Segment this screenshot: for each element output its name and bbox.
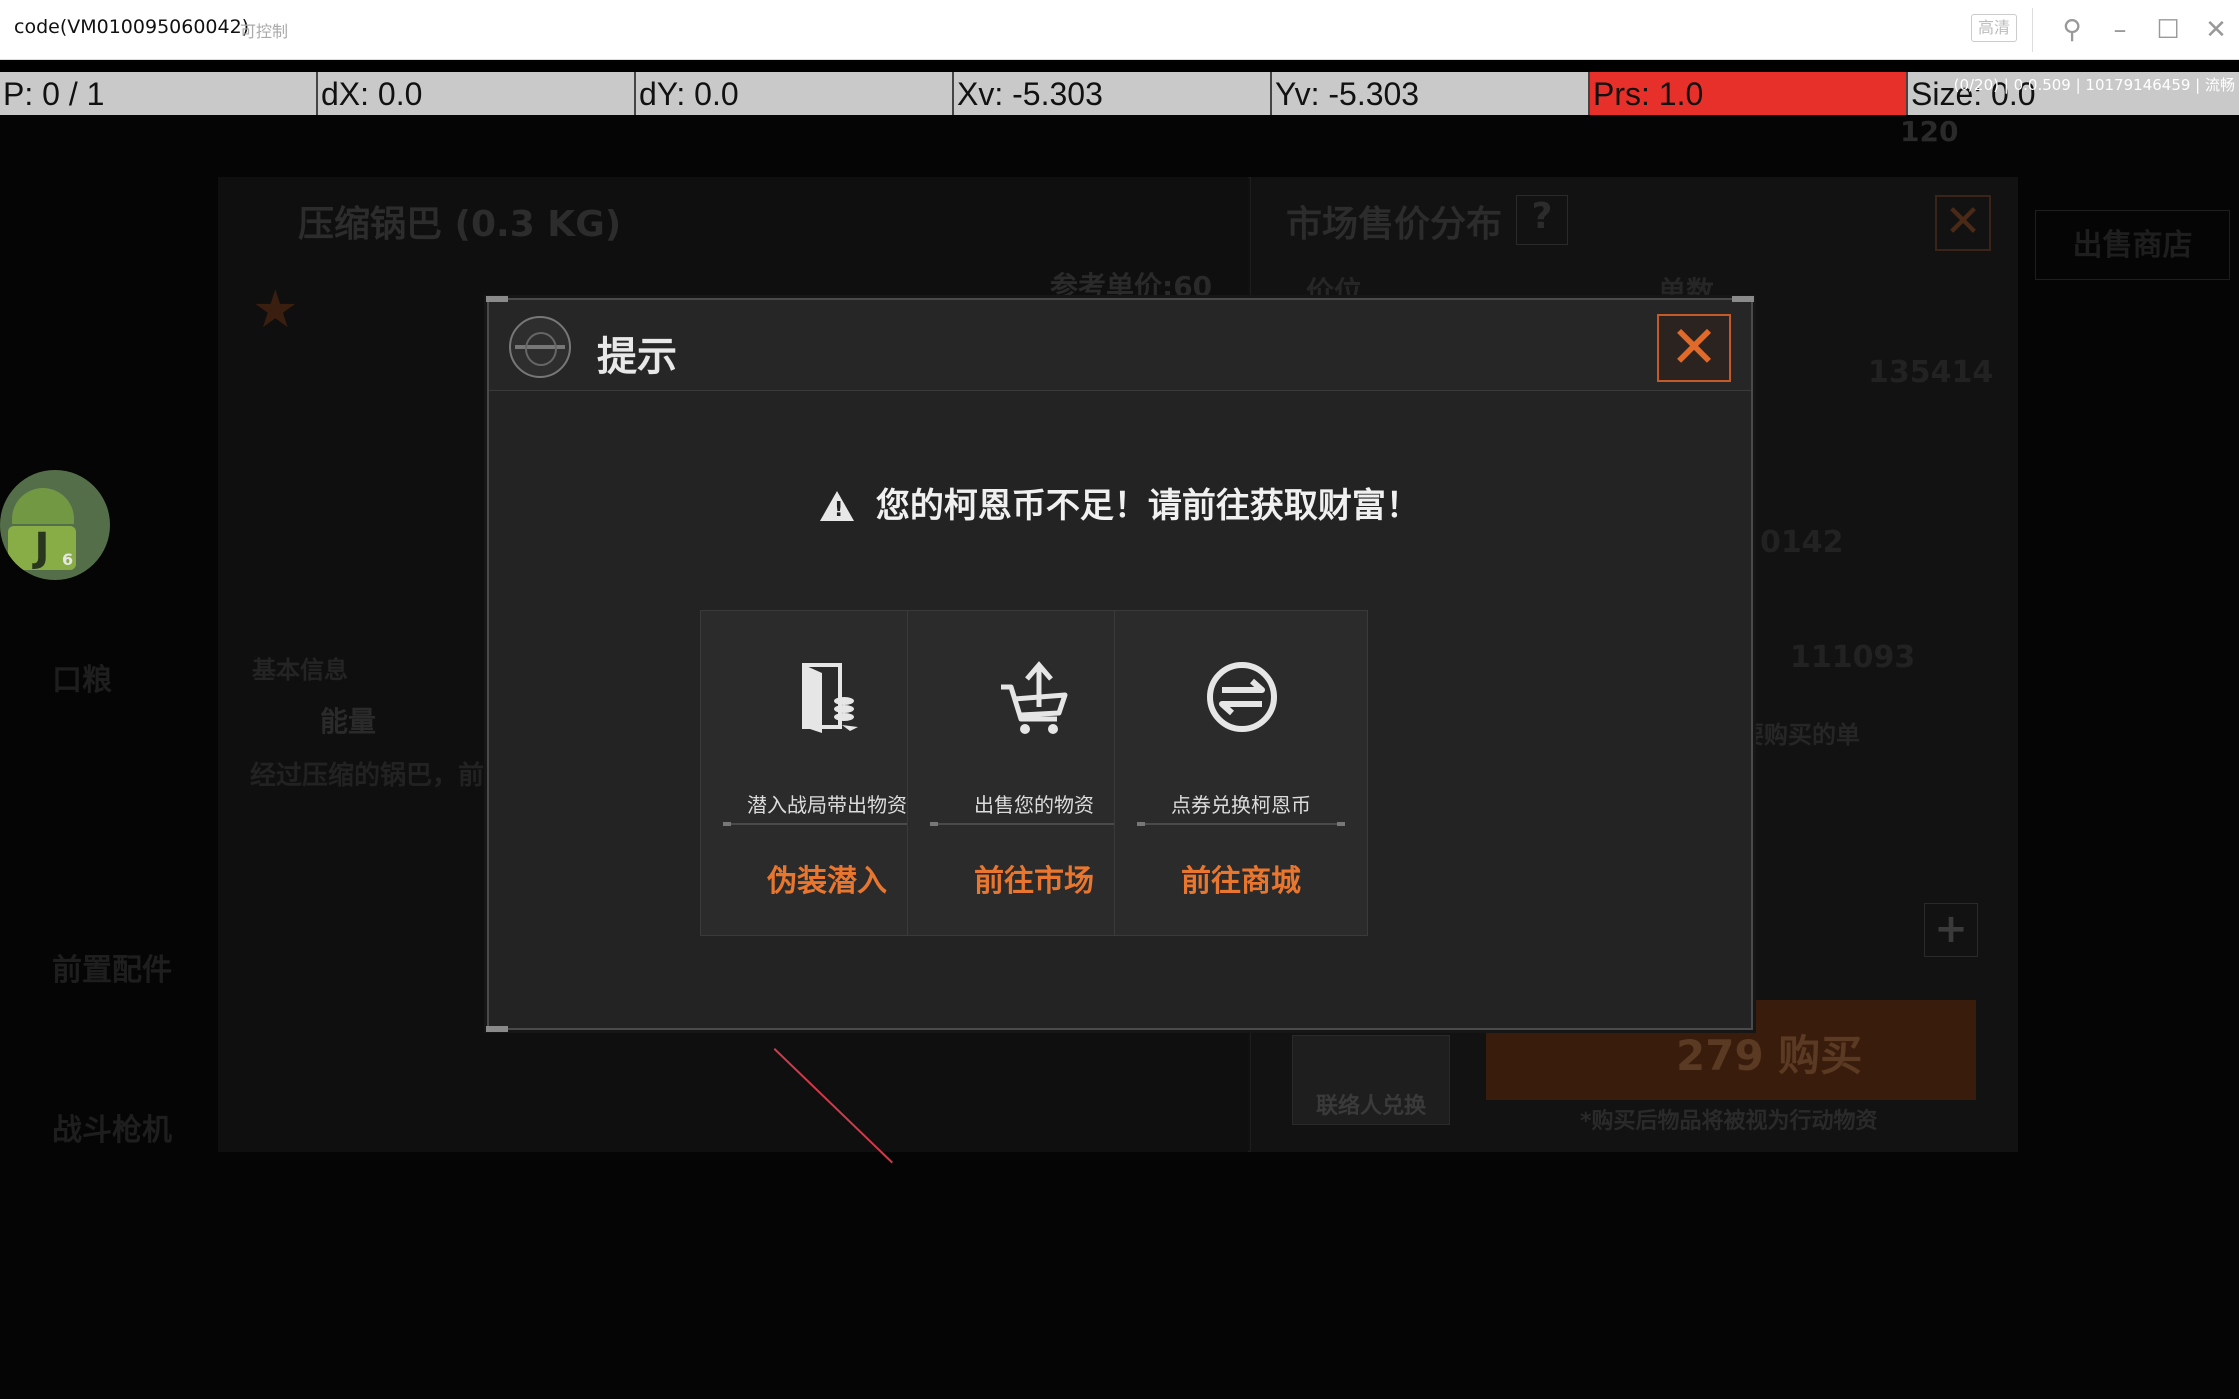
maximize-icon[interactable]: ☐ (2150, 12, 2186, 48)
sell-shop-tab[interactable]: 出售商店 (2035, 210, 2230, 280)
option-divider (930, 822, 1138, 826)
pin-icon[interactable]: ⚲ (2054, 12, 2090, 48)
window-title: code(VM010095060042) (14, 16, 250, 38)
dialog-close-button[interactable]: ✕ (1657, 314, 1731, 382)
order-count: 135414 (1868, 355, 1994, 390)
favorite-star-icon[interactable]: ★ (252, 280, 299, 340)
buy-note: *购买后物品将被视为行动物资 (1580, 1109, 1878, 1134)
debug-prs: Prs: 1.0 (1590, 72, 1908, 115)
close-icon: ✕ (1669, 313, 1719, 381)
option-description: 点券兑换柯恩币 (1171, 793, 1311, 817)
basic-info-label: 基本信息 (252, 656, 348, 684)
panel-close-button[interactable]: ✕ (1935, 195, 1991, 251)
option-divider (723, 822, 931, 826)
debug-xv: Xv: -5.303 (954, 72, 1272, 115)
debug-yv: Yv: -5.303 (1272, 72, 1590, 115)
warning-message: ! 您的柯恩币不足！请前往获取财富！ (489, 478, 1751, 527)
option-divider (1137, 822, 1345, 826)
debug-dy: dY: 0.0 (636, 72, 954, 115)
globe-icon (509, 316, 571, 378)
debug-pointer: P: 0 / 1 (0, 72, 318, 115)
warning-text: 您的柯恩币不足！请前往获取财富！ (875, 486, 1420, 526)
sidebar-item-rations[interactable]: 口粮 (52, 655, 112, 699)
item-description: 经过压缩的锅巴，前 (250, 761, 485, 791)
pointer-debug-bar: P: 0 / 1 dX: 0.0 dY: 0.0 Xv: -5.303 Yv: … (0, 72, 2239, 115)
minimize-icon[interactable]: – (2102, 12, 2138, 48)
titlebar-divider (2032, 8, 2033, 52)
version-badge: 6 (62, 550, 74, 569)
buy-order-label: 要购买的单 (1740, 721, 1860, 749)
insufficient-coins-dialog: 提示 ✕ ! 您的柯恩币不足！请前往获取财富！ 潜入战局带出物资 伪装潜入 出售… (486, 296, 1754, 1032)
exchange-coin-icon (1207, 662, 1277, 732)
dialog-corner (1732, 296, 1754, 302)
dialog-corner (486, 296, 508, 302)
warning-icon: ! (820, 491, 855, 521)
debug-dx: dX: 0.0 (318, 72, 636, 115)
contact-exchange-button[interactable]: 联络人兑换 (1292, 1035, 1450, 1125)
sidebar-item-bolt[interactable]: 战斗枪机 (52, 1105, 172, 1149)
order-count: 0142 (1760, 525, 1844, 560)
item-title: 压缩锅巴 (0.3 KG) (298, 204, 622, 245)
quantity-plus-button[interactable]: + (1924, 903, 1978, 957)
door-coins-icon (802, 663, 858, 733)
dialog-title: 提示 (597, 334, 677, 380)
option-action[interactable]: 前往商城 (1115, 856, 1367, 900)
option-shop[interactable]: 点券兑换柯恩币 前往商城 (1114, 610, 1368, 936)
help-button[interactable]: ? (1516, 195, 1568, 245)
close-window-icon[interactable]: ✕ (2198, 12, 2234, 48)
energy-label: 能量 (320, 705, 377, 738)
control-label[interactable]: 可控制 (240, 18, 288, 42)
cart-upload-icon (1001, 661, 1068, 734)
coin-count: 120 (1900, 115, 1959, 148)
hd-quality-button[interactable]: 高清 (1971, 14, 2017, 42)
market-price-title: 市场售价分布 (1286, 204, 1503, 245)
dialog-corner (486, 1026, 508, 1032)
sidebar-item-front-parts[interactable]: 前置配件 (52, 945, 172, 989)
window-titlebar: code(VM010095060042) 可控制 高清 ⚲ – ☐ ✕ (0, 0, 2239, 60)
debug-info: (0/20) | 0.0.509 | 10179146459 | 流畅 (1953, 76, 2235, 94)
order-count: 111093 (1790, 640, 1916, 675)
android-head-icon (12, 488, 74, 524)
android-assistant-avatar[interactable]: J 6 (0, 470, 110, 580)
